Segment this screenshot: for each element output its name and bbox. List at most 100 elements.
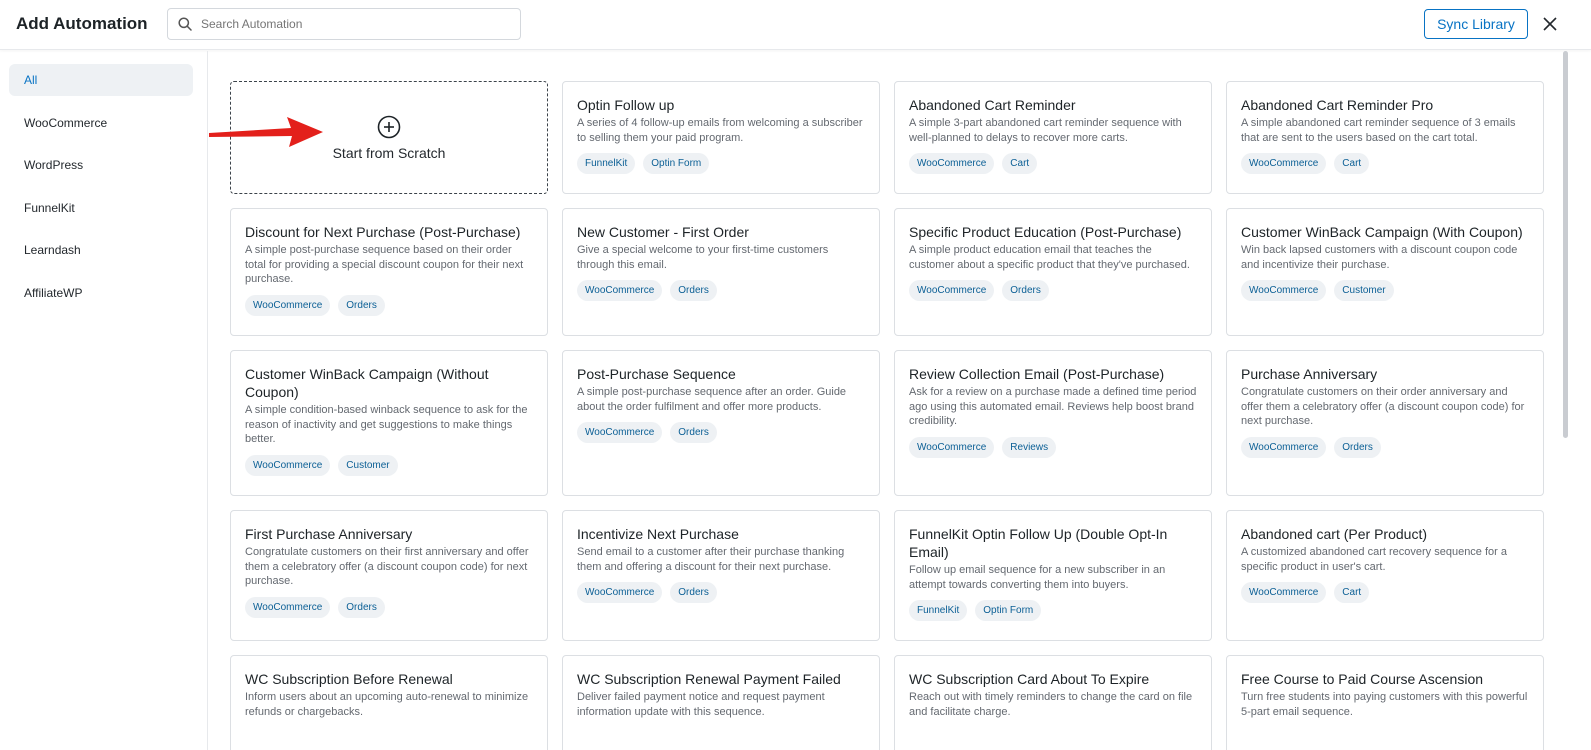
automation-card[interactable]: Abandoned Cart Reminder Pro A simple aban… — [1226, 81, 1544, 194]
card-title: New Customer - First Order — [577, 224, 749, 240]
card-description: A series of 4 follow-up emails from welc… — [577, 117, 863, 144]
automation-card[interactable]: Abandoned cart (Per Product) A customized… — [1226, 510, 1544, 641]
card-tags: WooCommerce Orders — [577, 280, 865, 301]
header: Add Automation Sync Library — [0, 0, 1591, 50]
automation-card[interactable]: WC Subscription Before Renewal Inform use… — [230, 655, 548, 750]
sidebar-item-label: All — [24, 73, 38, 87]
sidebar-item-affiliatewp[interactable]: AffiliateWP — [9, 277, 193, 309]
card-title: FunnelKit Optin Follow Up (Double Opt-In… — [909, 526, 1168, 560]
tag-badge: Orders — [1334, 436, 1381, 458]
card-description: Congratulate customers on their first an… — [245, 546, 529, 587]
card-description: A simple product education email that te… — [909, 244, 1190, 271]
automation-card[interactable]: First Purchase Anniversary Congratulate c… — [230, 510, 548, 641]
card-tags: WooCommerce Orders — [577, 582, 865, 603]
card-description: Ask for a review on a purchase made a de… — [909, 386, 1197, 427]
tag-badge: Cart — [1334, 582, 1370, 603]
tag-badge: Orders — [338, 596, 385, 618]
automation-card[interactable]: Customer WinBack Campaign (With Coupon) W… — [1226, 208, 1544, 336]
tag-badge: WooCommerce — [245, 454, 331, 476]
sidebar-item-woocommerce[interactable]: WooCommerce — [9, 107, 193, 139]
scrollbar[interactable] — [1563, 51, 1568, 438]
tag-badge: Cart — [1002, 153, 1038, 174]
card-title: First Purchase Anniversary — [245, 526, 413, 542]
tag-badge: WooCommerce — [909, 280, 995, 301]
card-description: A simple condition-based winback sequenc… — [245, 404, 528, 445]
sidebar-item-label: WordPress — [24, 158, 84, 172]
card-description: A simple 3-part abandoned cart reminder … — [909, 117, 1182, 144]
card-description: Turn free students into paying customers… — [1241, 691, 1528, 718]
sidebar-item-learndash[interactable]: Learndash — [9, 234, 193, 266]
automation-card[interactable]: Review Collection Email (Post-Purchase) A… — [894, 350, 1212, 496]
card-tags: FunnelKit Optin Form — [909, 600, 1197, 621]
tag-badge: WooCommerce — [909, 153, 995, 174]
card-tags: FunnelKit Optin Form — [577, 153, 865, 174]
card-tags: WooCommerce Cart — [1241, 582, 1529, 603]
automation-card[interactable]: Optin Follow up A series of 4 follow-up e… — [562, 81, 880, 194]
automation-card[interactable]: Incentivize Next Purchase Send email to a… — [562, 510, 880, 641]
automation-card[interactable]: Customer WinBack Campaign (Without Coupo… — [230, 350, 548, 496]
card-tags: WooCommerce Orders — [1241, 436, 1529, 458]
sync-library-button[interactable]: Sync Library — [1424, 9, 1528, 39]
tag-badge: WooCommerce — [1241, 436, 1327, 458]
automation-card[interactable]: Specific Product Education (Post-Purchas… — [894, 208, 1212, 336]
automation-card[interactable]: Discount for Next Purchase (Post-Purchas… — [230, 208, 548, 336]
tag-badge: WooCommerce — [245, 294, 331, 316]
card-description: A simple post-purchase sequence after an… — [577, 386, 847, 413]
sidebar-item-label: FunnelKit — [24, 201, 75, 215]
sidebar-item-funnelkit[interactable]: FunnelKit — [9, 192, 193, 224]
card-description: Follow up email sequence for a new subsc… — [909, 564, 1166, 591]
tag-badge: Cart — [1334, 153, 1370, 174]
automation-card[interactable]: WC Subscription Card About To Expire Reac… — [894, 655, 1212, 750]
card-description: Send email to a customer after their pur… — [577, 546, 845, 573]
card-tags: WooCommerce Customer — [1241, 280, 1529, 301]
tag-badge: Orders — [670, 422, 717, 443]
card-tags: WooCommerce Orders — [245, 596, 533, 618]
tag-badge: WooCommerce — [1241, 582, 1327, 603]
card-description: Give a special welcome to your first-tim… — [577, 244, 829, 271]
close-icon — [1543, 17, 1557, 31]
automation-card[interactable]: New Customer - First Order Give a special… — [562, 208, 880, 336]
plus-circle-icon — [377, 115, 401, 138]
tag-badge: Orders — [670, 280, 717, 301]
card-description: A simple abandoned cart reminder sequenc… — [1241, 117, 1516, 144]
tag-badge: WooCommerce — [909, 436, 995, 458]
tag-badge: WooCommerce — [1241, 153, 1327, 174]
automation-card[interactable]: Free Course to Paid Course Ascension Turn… — [1226, 655, 1544, 750]
card-tags: WooCommerce Orders — [245, 294, 533, 316]
search-input[interactable] — [201, 17, 501, 31]
card-title: WC Subscription Before Renewal — [245, 671, 453, 687]
tag-badge: Reviews — [1002, 436, 1057, 458]
card-title: WC Subscription Renewal Payment Failed — [577, 671, 841, 687]
tag-badge: Customer — [1334, 280, 1394, 301]
page-title: Add Automation — [16, 14, 148, 33]
card-tags: WooCommerce Orders — [909, 280, 1197, 301]
sidebar-item-wordpress[interactable]: WordPress — [9, 149, 193, 181]
close-button[interactable] — [1540, 14, 1560, 34]
sidebar-item-all[interactable]: All — [9, 64, 193, 96]
sidebar-item-label: AffiliateWP — [24, 286, 83, 300]
automation-card[interactable]: Purchase Anniversary Congratulate custome… — [1226, 350, 1544, 496]
automation-card[interactable]: FunnelKit Optin Follow Up (Double Opt-In… — [894, 510, 1212, 641]
card-description: Deliver failed payment notice and reques… — [577, 691, 825, 718]
tag-badge: WooCommerce — [577, 280, 663, 301]
search-box[interactable] — [167, 8, 521, 40]
card-title: Purchase Anniversary — [1241, 366, 1378, 382]
sidebar: All WooCommerce WordPress FunnelKit Lear… — [0, 51, 208, 750]
tag-badge: WooCommerce — [577, 582, 663, 603]
card-title: WC Subscription Card About To Expire — [909, 671, 1150, 687]
card-description: Reach out with timely reminders to chang… — [909, 691, 1193, 718]
start-from-scratch-label: Start from Scratch — [332, 144, 446, 161]
card-title: Abandoned cart (Per Product) — [1241, 526, 1427, 542]
card-title: Post-Purchase Sequence — [577, 366, 736, 382]
automation-card[interactable]: Abandoned Cart Reminder A simple 3-part a… — [894, 81, 1212, 194]
card-title: Customer WinBack Campaign (Without Coupo… — [245, 366, 489, 400]
card-tags: WooCommerce Customer — [245, 454, 533, 476]
card-description: Inform users about an upcoming auto-rene… — [245, 691, 529, 718]
automation-card[interactable]: Post-Purchase Sequence A simple post-purc… — [562, 350, 880, 496]
card-title: Abandoned Cart Reminder — [909, 97, 1076, 113]
automation-card[interactable]: WC Subscription Renewal Payment Failed De… — [562, 655, 880, 750]
tag-badge: Orders — [338, 294, 385, 316]
card-title: Customer WinBack Campaign (With Coupon) — [1241, 224, 1523, 240]
tag-badge: FunnelKit — [577, 153, 636, 174]
card-title: Discount for Next Purchase (Post-Purchas… — [245, 224, 521, 240]
